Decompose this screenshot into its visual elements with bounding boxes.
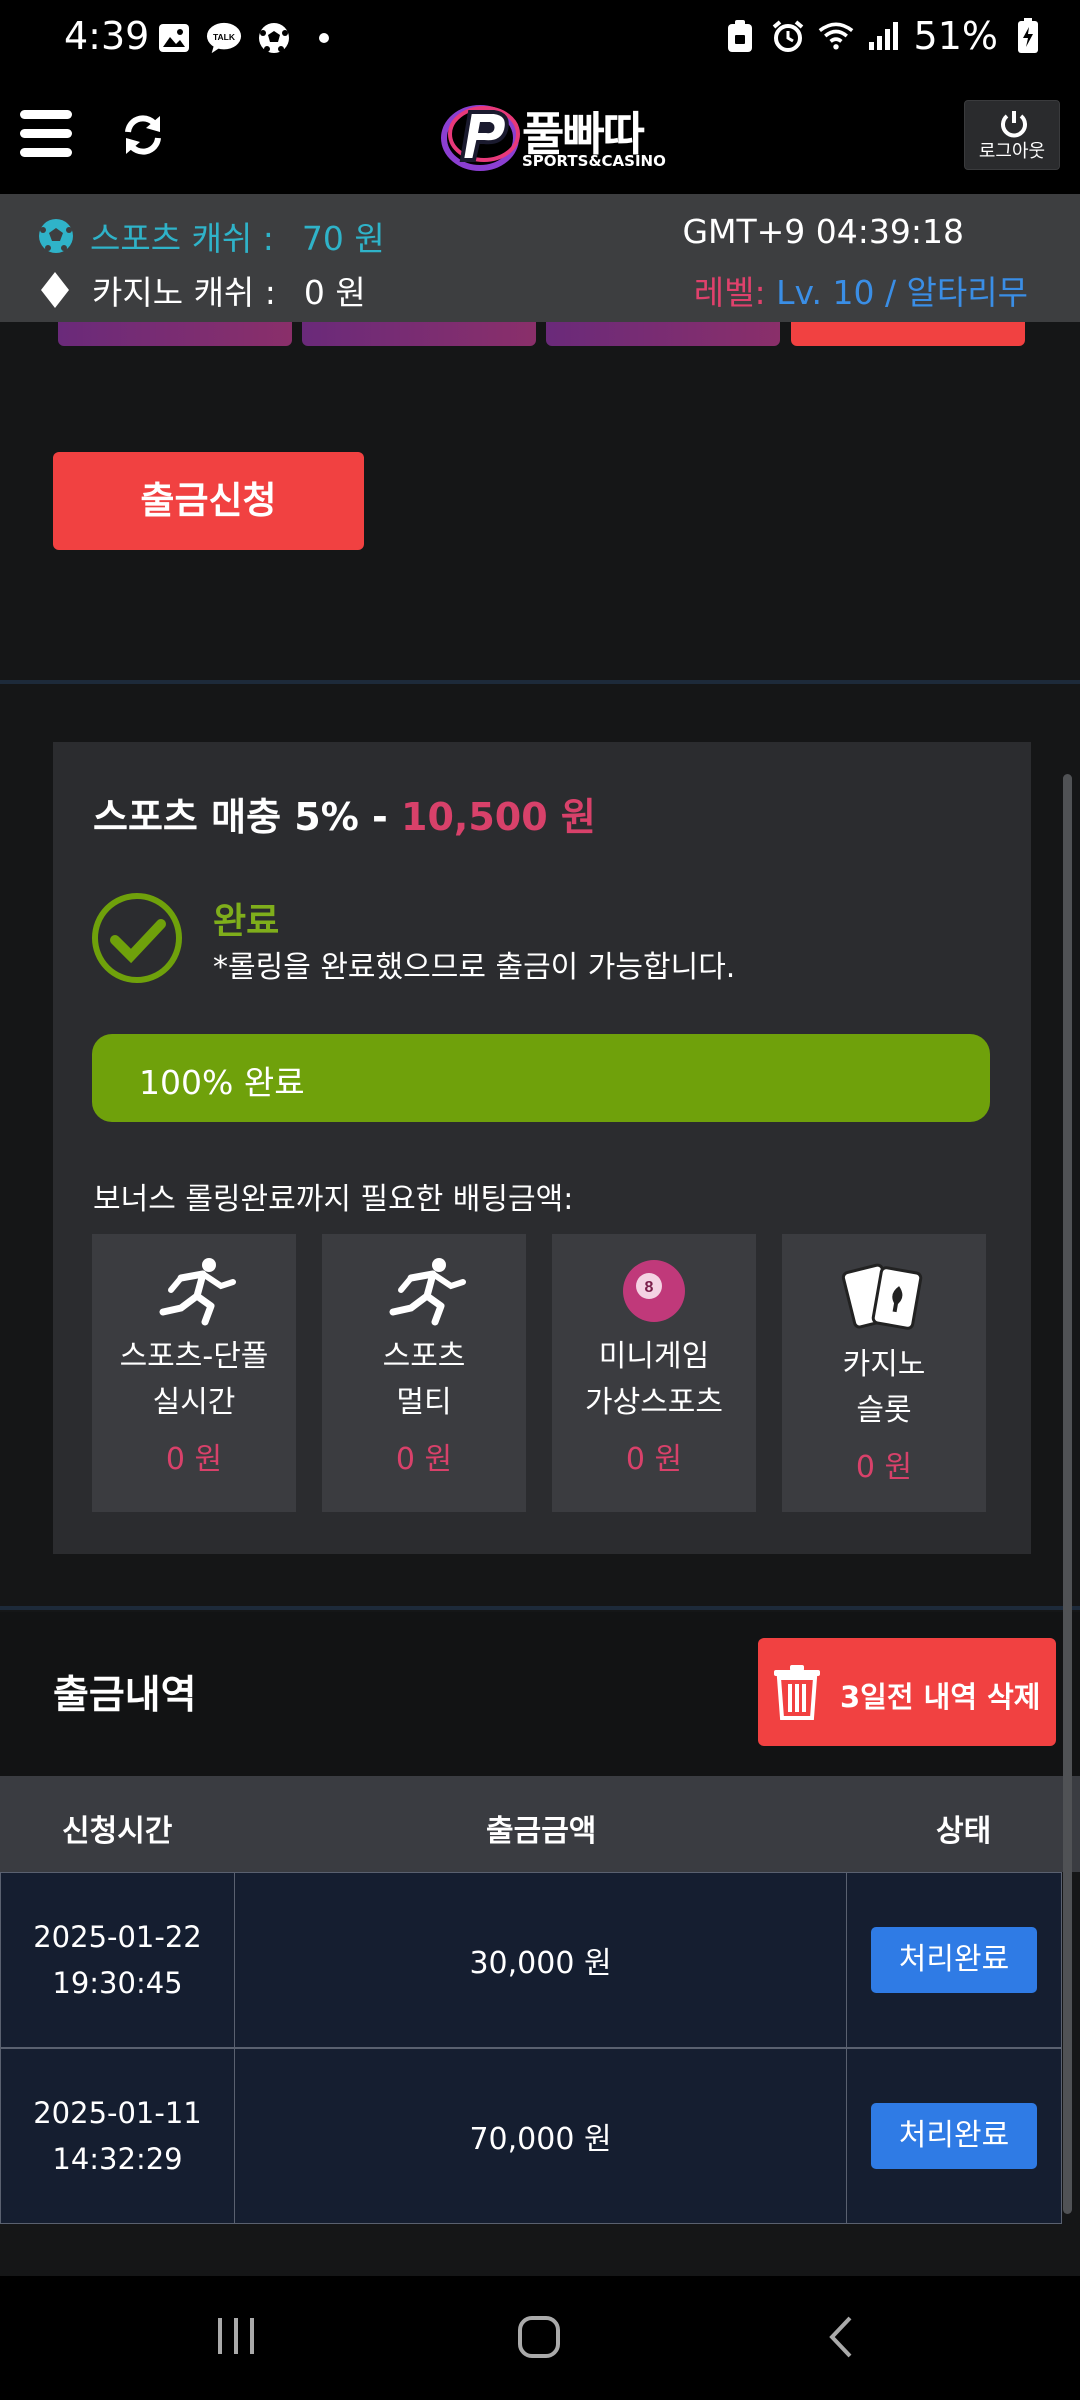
logo-emblem-icon	[441, 105, 520, 171]
cropped-tab-1[interactable]	[58, 322, 292, 346]
rolling-status-desc: *롤링을 완료했으므로 출금이 가능합니다.	[213, 950, 736, 985]
diamond-icon	[41, 272, 69, 308]
rolling-title: 스포츠 매충 5% - 10,500 원	[93, 786, 596, 841]
delete-old-history-button[interactable]: 3일전 내역 삭제	[758, 1638, 1056, 1746]
system-nav-bar	[0, 2276, 1080, 2400]
svg-text:8: 8	[645, 1279, 654, 1296]
card-name: 스포츠 멀티	[382, 1339, 466, 1420]
alarm-icon	[770, 18, 806, 54]
card-amount: 0 원	[165, 1442, 223, 1477]
table-row: 2025-01-11 14:32:29 70,000 원 처리완료	[0, 2048, 1062, 2224]
logo-subtitle: SPORTS&CASINO	[522, 152, 666, 170]
logout-label: 로그아웃	[978, 141, 1046, 162]
casino-cash-value: 0 원	[303, 273, 366, 312]
card-name: 스포츠-단폴 실시간	[119, 1339, 269, 1420]
sports-cash-label: 스포츠 캐쉬 :	[90, 219, 274, 258]
runner-icon	[159, 1258, 236, 1326]
notification-icons: TALK	[156, 20, 342, 56]
required-bet-label: 보너스 롤링완료까지 필요한 배팅금액:	[93, 1182, 574, 1217]
cropped-tab-2[interactable]	[302, 322, 536, 346]
runner-icon	[389, 1258, 466, 1326]
lock-clipboard-icon	[722, 18, 758, 54]
rolling-progress-bar: 100% 완료	[92, 1034, 990, 1122]
bet-card-sports-multi: 스포츠 멀티 0 원	[322, 1234, 526, 1512]
card-name: 미니게임 가상스포츠	[585, 1339, 723, 1420]
section-divider	[0, 680, 1080, 684]
withdrawal-history-header: 출금내역 3일전 내역 삭제	[0, 1612, 1080, 1776]
withdraw-request-button[interactable]: 출금신청	[53, 452, 364, 550]
withdraw-amount: 30,000 원	[235, 1873, 847, 2047]
request-time: 2025-01-11 14:32:29	[1, 2049, 235, 2223]
casino-cash-label: 카지노 캐쉬 :	[92, 273, 276, 312]
system-icons: 51%	[722, 14, 1046, 58]
app-header: 풀빠따 SPORTS&CASINO 로그아웃	[0, 78, 1080, 194]
card-amount: 0 원	[855, 1450, 913, 1485]
signal-icon	[866, 18, 902, 54]
svg-text:TALK: TALK	[213, 32, 236, 42]
rolling-status-panel: 스포츠 매충 5% - 10,500 원 완료 *롤링을 완료했으므로 출금이 …	[53, 742, 1031, 1554]
scrollbar[interactable]	[1063, 774, 1072, 2214]
recent-apps-icon[interactable]	[214, 2314, 258, 2362]
power-icon	[1001, 111, 1027, 138]
card-amount: 0 원	[625, 1442, 683, 1477]
gallery-icon	[156, 20, 192, 56]
column-header: 신청시간	[62, 1814, 173, 1849]
progress-label: 100% 완료	[139, 1063, 305, 1102]
billiard-ball-icon: 8	[623, 1260, 685, 1322]
battery-icon	[1010, 18, 1046, 54]
status-bar: 4:39 TALK 51%	[0, 0, 1080, 78]
history-title: 출금내역	[53, 1673, 197, 1718]
site-logo[interactable]: 풀빠따 SPORTS&CASINO	[440, 98, 666, 176]
sports-cash: 스포츠 캐쉬 : 70 원	[36, 212, 385, 260]
check-circle-icon	[92, 893, 182, 983]
talk-icon: TALK	[206, 20, 242, 56]
status-badge[interactable]: 처리완료	[871, 2103, 1037, 2169]
battery-percent: 51%	[913, 14, 998, 58]
back-icon[interactable]	[822, 2314, 862, 2364]
rolling-status: 완료	[213, 901, 280, 942]
playing-cards-icon	[841, 1263, 923, 1330]
section-divider	[0, 1606, 1080, 1610]
bet-card-casino: 카지노 슬롯 0 원	[782, 1234, 986, 1512]
dot-icon	[306, 20, 342, 56]
table-row: 2025-01-22 19:30:45 30,000 원 처리완료	[0, 1872, 1062, 2048]
home-icon[interactable]	[516, 2314, 562, 2364]
wifi-icon	[818, 18, 854, 54]
level-value: Lv. 10 / 알타리무	[776, 273, 1028, 312]
soccer-ball-icon	[39, 219, 73, 253]
user-level: 레벨: Lv. 10 / 알타리무	[694, 266, 1028, 314]
history-table-header: 신청시간 출금금액 상태	[0, 1776, 1080, 1872]
cropped-tab-3[interactable]	[546, 322, 780, 346]
casino-cash: 카지노 캐쉬 : 0 원	[36, 266, 366, 314]
withdraw-amount: 70,000 원	[235, 2049, 847, 2223]
cropped-tab-4[interactable]	[791, 322, 1025, 346]
card-name: 카지노 슬롯	[842, 1347, 926, 1428]
column-header: 출금금액	[486, 1814, 597, 1849]
rolling-title-text: 스포츠 매충 5% -	[93, 795, 402, 839]
account-info-bar: 스포츠 캐쉬 : 70 원 카지노 캐쉬 : 0 원 GMT+9 04:39:1…	[0, 194, 1080, 322]
refresh-icon[interactable]	[118, 110, 168, 160]
trash-icon	[774, 1665, 820, 1720]
level-label: 레벨:	[693, 273, 766, 312]
soccer-ball-icon	[256, 20, 292, 56]
column-header: 상태	[936, 1814, 992, 1849]
request-time: 2025-01-22 19:30:45	[1, 1873, 235, 2047]
bet-card-minigame: 8 미니게임 가상스포츠 0 원	[552, 1234, 756, 1512]
status-badge[interactable]: 처리완료	[871, 1927, 1037, 1993]
card-amount: 0 원	[395, 1442, 453, 1477]
sports-cash-value: 70 원	[301, 219, 385, 258]
server-clock: GMT+9 04:39:18	[682, 212, 964, 251]
status-time: 4:39	[64, 14, 150, 58]
delete-label: 3일전 내역 삭제	[840, 1680, 1041, 1714]
bet-card-sports-single: 스포츠-단폴 실시간 0 원	[92, 1234, 296, 1512]
logout-button[interactable]: 로그아웃	[964, 100, 1060, 170]
rolling-amount: 10,500 원	[401, 795, 596, 839]
hamburger-menu-icon[interactable]	[20, 108, 72, 160]
